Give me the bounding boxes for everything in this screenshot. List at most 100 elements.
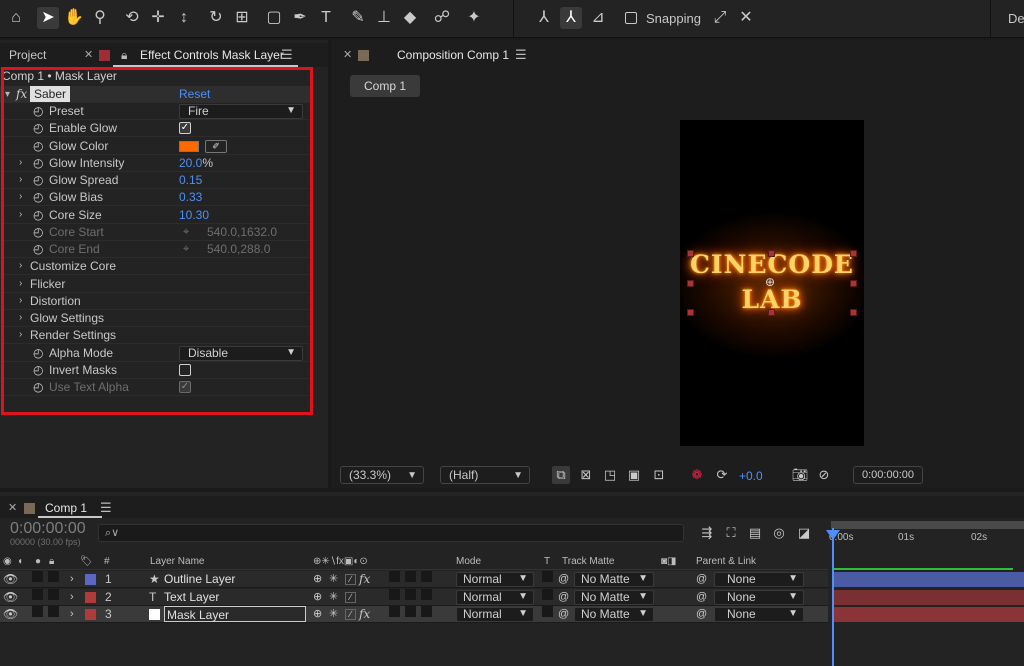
property-row-alpha-mode[interactable]: ◴ Alpha Mode Disable ▼	[0, 345, 310, 362]
shy-layers-icon[interactable]: ▤	[746, 524, 764, 542]
video-switch-icon[interactable]: ◉	[3, 556, 12, 567]
property-row-core-end[interactable]: ◴ Core End ⌖ 540.0,288.0	[0, 241, 310, 258]
lock-column-icon[interactable]: 🔒︎	[49, 556, 54, 567]
property-row-distortion[interactable]: › Distortion	[0, 293, 310, 310]
property-row-customize-core[interactable]: › Customize Core	[0, 258, 310, 275]
stopwatch-icon[interactable]: ◴	[33, 379, 43, 395]
frame-blend-switch[interactable]	[389, 589, 400, 600]
label-column-icon[interactable]: 🏷︎	[80, 556, 93, 567]
exposure-value[interactable]: +0.0	[739, 469, 763, 483]
stopwatch-icon[interactable]: ◴	[33, 207, 43, 223]
property-value[interactable]: 0.33	[179, 189, 202, 205]
expand-chevron-icon[interactable]: ›	[19, 189, 22, 205]
preserve-transparency-switch[interactable]	[542, 571, 553, 582]
mask-visibility-icon[interactable]: ◳	[601, 466, 619, 484]
property-value[interactable]: 20.0%	[179, 155, 213, 171]
property-row-preset[interactable]: ◴ Preset Fire ▼	[0, 103, 310, 120]
effect-name[interactable]: Saber	[30, 86, 71, 102]
collapse-chevron-icon[interactable]: ▾	[5, 87, 10, 103]
view-axis-icon[interactable]: ⊿	[587, 7, 609, 29]
adjustment-switch[interactable]	[421, 589, 432, 600]
quality-switch-icon[interactable]: ∕	[345, 574, 356, 585]
selection-icon[interactable]: ➤	[37, 7, 59, 29]
stopwatch-icon[interactable]: ◴	[33, 138, 43, 154]
expand-chevron-icon[interactable]: ›	[19, 293, 22, 309]
crosshair-icon[interactable]: ⌖	[183, 224, 189, 240]
workspace-label[interactable]: De	[1008, 11, 1024, 26]
reset-exposure-icon[interactable]: ⟳	[713, 466, 731, 484]
property-value[interactable]: 10.30	[179, 207, 209, 223]
property-value[interactable]: 0.15	[179, 172, 202, 188]
effect-switch[interactable]: fx	[359, 571, 370, 587]
anchor-point-icon[interactable]: ⊕	[765, 275, 775, 289]
column-layer-name[interactable]: Layer Name	[150, 556, 204, 567]
shy-switch-icon[interactable]: ⊕	[313, 606, 322, 622]
parent-pick-whip-icon[interactable]: @	[696, 589, 707, 605]
close-timeline-tab-icon[interactable]: ✕	[8, 501, 17, 514]
solo-icon[interactable]: ●	[35, 556, 41, 567]
layer-label-color[interactable]	[85, 574, 96, 585]
frame-blend-switch[interactable]	[389, 571, 400, 582]
stopwatch-icon[interactable]: ◴	[33, 103, 43, 119]
property-row-flicker[interactable]: › Flicker	[0, 276, 310, 293]
layer-label-color[interactable]	[85, 609, 96, 620]
property-checkbox[interactable]	[179, 364, 191, 376]
property-row-glow-spread[interactable]: › ◴ Glow Spread 0.15	[0, 172, 310, 189]
property-row-glow-bias[interactable]: › ◴ Glow Bias 0.33	[0, 189, 310, 206]
frame-blend-switch[interactable]	[389, 606, 400, 617]
type-icon[interactable]: T	[315, 7, 337, 29]
expand-chevron-icon[interactable]: ›	[19, 327, 22, 343]
lock-switch[interactable]	[48, 589, 59, 600]
point-value[interactable]: 540.0,1632.0	[207, 224, 277, 240]
pick-whip-icon[interactable]: @	[558, 606, 569, 622]
track-matte-dropdown[interactable]: No Matte ▼	[574, 590, 654, 605]
frame-blending-icon[interactable]: ◎	[770, 524, 788, 542]
local-axis-icon[interactable]: ⅄	[533, 7, 555, 29]
color-swatch[interactable]	[179, 141, 199, 152]
parent-dropdown[interactable]: None ▼	[714, 607, 804, 622]
adjustment-switch[interactable]	[421, 571, 432, 582]
expand-chevron-icon[interactable]: ›	[19, 172, 22, 188]
number-value[interactable]: 20.0	[179, 156, 202, 170]
orbit-camera-icon[interactable]: ⟲	[121, 7, 143, 29]
collapse-switch-icon[interactable]: ✳	[329, 571, 338, 587]
motion-blur-switch[interactable]	[405, 589, 416, 600]
expand-chevron-icon[interactable]: ›	[19, 155, 22, 171]
stopwatch-icon[interactable]: ◴	[33, 172, 43, 188]
adjustment-switch[interactable]	[421, 606, 432, 617]
track-matte-dropdown[interactable]: No Matte ▼	[574, 607, 654, 622]
tab-project[interactable]: Project	[9, 48, 46, 62]
effect-switch[interactable]: fx	[359, 606, 370, 622]
collapse-switch-icon[interactable]: ✳	[329, 606, 338, 622]
stopwatch-icon[interactable]: ◴	[33, 362, 43, 378]
magnification-dropdown[interactable]: (33.3%) ▼	[340, 466, 424, 484]
composition-mini-flowchart-icon[interactable]: ⇶	[698, 524, 716, 542]
show-snapshot-icon[interactable]: ⊘	[815, 466, 833, 484]
property-dropdown[interactable]: Disable ▼	[179, 346, 303, 361]
eraser-icon[interactable]: ◆	[399, 7, 421, 29]
hand-icon[interactable]: ✋	[63, 7, 85, 29]
number-value[interactable]: 0.15	[179, 173, 202, 187]
motion-blur-switch[interactable]	[405, 606, 416, 617]
timeline-search-input[interactable]: ⌕∨	[98, 524, 684, 542]
layer-row[interactable]: 👁︎ › 2 T Text Layer ⊕ ✳ ∕ Normal ▼ @ No M…	[0, 589, 828, 606]
transform-handle[interactable]	[850, 250, 857, 257]
tab-timeline-comp[interactable]: Comp 1	[45, 501, 87, 515]
eyedropper-icon[interactable]: ✐	[205, 140, 227, 153]
layer-expand-chevron-icon[interactable]: ›	[70, 606, 74, 622]
stopwatch-icon[interactable]: ◴	[33, 241, 43, 257]
property-row-glow-color[interactable]: ◴ Glow Color ✐	[0, 138, 310, 155]
stopwatch-icon[interactable]: ◴	[33, 189, 43, 205]
stopwatch-icon[interactable]: ◴	[33, 155, 43, 171]
graph-editor-icon[interactable]: ◪	[795, 524, 813, 542]
layer-row[interactable]: 👁︎ › 1 ★ Outline Layer ⊕ ✳ ∕ fx Normal ▼ …	[0, 571, 828, 588]
timeline-current-time[interactable]: 0:00:00:00	[10, 520, 86, 538]
blend-mode-dropdown[interactable]: Normal ▼	[456, 590, 534, 605]
expand-chevron-icon[interactable]: ›	[19, 258, 22, 274]
transform-handle[interactable]	[687, 309, 694, 316]
snapping-checkbox[interactable]	[625, 12, 637, 24]
property-row-core-start[interactable]: ◴ Core Start ⌖ 540.0,1632.0	[0, 224, 310, 241]
number-value[interactable]: 10.30	[179, 208, 209, 222]
point-value[interactable]: 540.0,288.0	[207, 241, 270, 257]
transform-handle[interactable]	[850, 309, 857, 316]
